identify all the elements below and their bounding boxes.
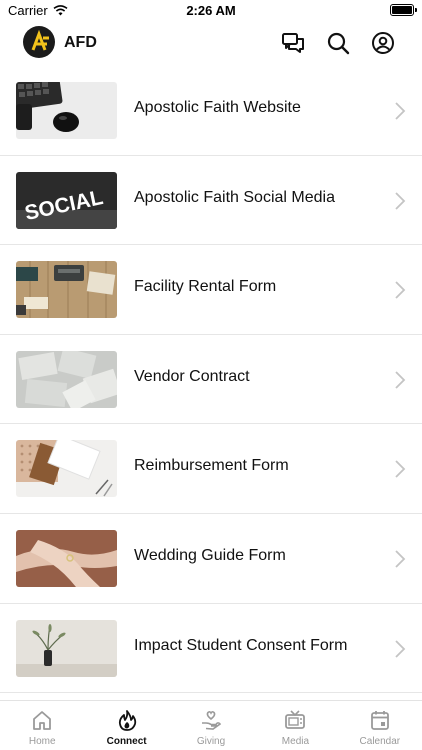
tab-connect[interactable]: Connect: [84, 701, 168, 750]
app-title: AFD: [64, 34, 97, 51]
battery-icon: [390, 4, 417, 16]
tab-home[interactable]: Home: [0, 701, 84, 750]
tv-icon: [285, 710, 306, 729]
calendar-icon: [370, 711, 389, 730]
chat-icon[interactable]: [281, 31, 305, 55]
list-item[interactable]: Apostolic Faith Website: [0, 66, 422, 156]
thumbnail-vase-plant: [16, 619, 117, 677]
item-label: Vendor Contract: [134, 367, 250, 385]
list-item[interactable]: Vendor Contract: [0, 335, 422, 425]
item-label: Apostolic Faith Social Media: [134, 188, 335, 206]
tab-bar: Home Connect Giving Media Calendar: [0, 700, 422, 750]
tab-label: Calendar: [359, 736, 401, 747]
list-item[interactable]: Reimbursement Form: [0, 424, 422, 514]
app-header: AFD: [0, 22, 422, 66]
thumbnail-keyboard-mouse: [16, 82, 117, 139]
thumbnail-papers: [16, 350, 117, 408]
status-time: 2:26 AM: [186, 3, 236, 18]
status-right: [390, 4, 417, 16]
tab-giving[interactable]: Giving: [169, 701, 253, 750]
item-label: Reimbursement Form: [134, 457, 289, 475]
item-label: Wedding Guide Form: [134, 546, 286, 564]
list-item[interactable]: Facility Rental Form: [0, 245, 422, 335]
profile-icon[interactable]: [371, 31, 395, 55]
hand-heart-icon: [202, 711, 222, 730]
tab-label: Giving: [196, 736, 226, 747]
item-label: Facility Rental Form: [134, 278, 277, 296]
logo-mark-icon: [24, 27, 54, 57]
search-icon[interactable]: [326, 31, 350, 55]
thumbnail-holding-hands: [16, 529, 117, 587]
app-logo[interactable]: [23, 26, 55, 58]
flame-icon: [118, 710, 136, 731]
connect-screen: Carrier 2:26 AM AFD Apostolic Faith Webs…: [0, 0, 422, 750]
chevron-right-icon: [395, 281, 406, 299]
tab-label: Connect: [106, 736, 147, 747]
home-icon: [33, 711, 52, 730]
item-label: Apostolic Faith Website: [134, 99, 301, 116]
tab-label: Home: [28, 736, 56, 747]
item-label: Impact Student Consent Form: [134, 636, 348, 654]
chevron-right-icon: [395, 639, 406, 658]
list-item[interactable]: SOCIAL Apostolic Faith Social Media: [0, 156, 422, 246]
thumbnail-pegboard-card: [16, 440, 117, 498]
tab-media[interactable]: Media: [253, 701, 337, 750]
tab-calendar[interactable]: Calendar: [338, 701, 422, 750]
chevron-right-icon: [395, 191, 406, 210]
list-item[interactable]: Impact Student Consent Form: [0, 604, 422, 694]
tab-label: Media: [281, 736, 310, 747]
status-bar: Carrier 2:26 AM: [0, 0, 422, 22]
thumbnail-typewriter-desk: [16, 261, 117, 319]
list-item[interactable]: Wedding Guide Form: [0, 514, 422, 604]
connect-list: Apostolic Faith Website SOCIAL Apostolic…: [0, 66, 422, 694]
thumbnail-social: SOCIAL: [16, 171, 117, 229]
chevron-right-icon: [395, 460, 406, 479]
chevron-right-icon: [395, 550, 406, 568]
chevron-right-icon: [395, 371, 406, 389]
chevron-right-icon: [395, 102, 406, 120]
